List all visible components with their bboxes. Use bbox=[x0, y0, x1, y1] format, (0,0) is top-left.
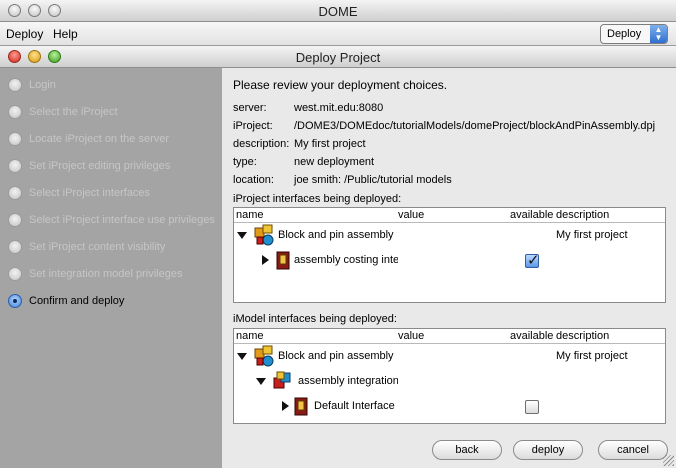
iproject-interfaces-table[interactable]: name value available description Block a… bbox=[233, 207, 666, 303]
table-row[interactable]: Block and pin assembly My first project bbox=[234, 223, 665, 248]
col-available[interactable]: available bbox=[510, 209, 553, 221]
menu-deploy[interactable]: Deploy bbox=[6, 27, 43, 41]
expand-toggle-icon[interactable] bbox=[237, 232, 247, 239]
expand-toggle-icon[interactable] bbox=[237, 353, 247, 360]
checkmark-icon: ✓ bbox=[527, 252, 540, 269]
deploy-mode-select[interactable]: Deploy ▲ ▼ bbox=[600, 24, 668, 44]
expand-toggle-icon[interactable] bbox=[262, 255, 269, 265]
resize-grip-icon[interactable] bbox=[663, 455, 674, 466]
field-location: location: joe smith: /Public/tutorial mod… bbox=[233, 174, 452, 186]
deploy-button[interactable]: deploy bbox=[513, 440, 583, 460]
col-available[interactable]: available bbox=[510, 330, 553, 342]
step-content-visibility: Set iProject content visibility bbox=[8, 238, 165, 256]
main-window-titlebar: DOME bbox=[0, 0, 676, 22]
imodel-table-label: iModel interfaces being deployed: bbox=[233, 313, 397, 325]
table-row[interactable]: assembly integration bbox=[234, 369, 665, 394]
step-locate-iproject: Locate iProject on the server bbox=[8, 130, 169, 148]
main-window-title: DOME bbox=[318, 4, 358, 19]
iproject-table-label: iProject interfaces being deployed: bbox=[233, 193, 402, 205]
step-confirm-and-deploy: Confirm and deploy bbox=[8, 292, 124, 310]
row-name: Block and pin assembly bbox=[278, 350, 394, 362]
expand-toggle-icon[interactable] bbox=[282, 401, 289, 411]
review-panel: Please review your deployment choices. s… bbox=[222, 68, 676, 468]
integration-model-icon bbox=[273, 371, 291, 389]
step-select-iproject: Select the iProject bbox=[8, 103, 118, 121]
col-description[interactable]: description bbox=[556, 330, 609, 342]
table-header: name value available description bbox=[234, 208, 665, 223]
step-editing-privileges: Set iProject editing privileges bbox=[8, 157, 170, 175]
row-name: assembly costing inte bbox=[294, 254, 398, 266]
table-row[interactable]: assembly costing inte ✓ bbox=[234, 248, 665, 273]
table-row[interactable]: Default Interface bbox=[234, 394, 665, 419]
wizard-steps-sidebar: Login Select the iProject Locate iProjec… bbox=[0, 68, 222, 468]
field-description: description: My first project bbox=[233, 138, 366, 150]
col-name[interactable]: name bbox=[236, 209, 264, 221]
project-icon bbox=[254, 345, 274, 367]
step-select-interfaces: Select iProject interfaces bbox=[8, 184, 150, 202]
interface-icon bbox=[276, 251, 290, 270]
step-radio-icon bbox=[8, 132, 22, 146]
field-server: server: west.mit.edu:8080 bbox=[233, 102, 384, 114]
step-radio-icon bbox=[8, 267, 22, 281]
col-name[interactable]: name bbox=[236, 330, 264, 342]
row-description: My first project bbox=[556, 350, 628, 362]
row-name: Default Interface bbox=[314, 400, 395, 412]
row-name: Block and pin assembly bbox=[278, 229, 394, 241]
dialog-titlebar: Deploy Project bbox=[0, 46, 676, 68]
table-header: name value available description bbox=[234, 329, 665, 344]
menu-help[interactable]: Help bbox=[53, 27, 78, 41]
expand-toggle-icon[interactable] bbox=[256, 378, 266, 385]
row-name: assembly integration bbox=[298, 375, 398, 387]
available-checkbox[interactable]: ✓ bbox=[525, 252, 540, 269]
imodel-interfaces-table[interactable]: name value available description Block a… bbox=[233, 328, 666, 424]
menubar: Deploy Help Deploy ▲ ▼ bbox=[0, 22, 676, 46]
step-interface-use-privileges: Select iProject interface use privileges bbox=[8, 211, 215, 229]
interface-icon bbox=[294, 397, 308, 416]
col-description[interactable]: description bbox=[556, 209, 609, 221]
step-radio-icon bbox=[8, 213, 22, 227]
field-iproject: iProject:/DOME3/DOMEdoc/tutorialModels/d… bbox=[233, 120, 656, 132]
step-radio-icon bbox=[8, 78, 22, 92]
step-radio-icon bbox=[8, 186, 22, 200]
review-heading: Please review your deployment choices. bbox=[233, 78, 448, 92]
field-type: type: new deployment bbox=[233, 156, 375, 168]
deploy-mode-value: Deploy bbox=[607, 28, 642, 40]
step-login: Login bbox=[8, 76, 56, 94]
step-radio-icon bbox=[8, 240, 22, 254]
table-row[interactable]: Block and pin assembly My first project bbox=[234, 344, 665, 369]
col-value[interactable]: value bbox=[398, 209, 424, 221]
cancel-button[interactable]: cancel bbox=[598, 440, 668, 460]
step-radio-selected-icon bbox=[8, 294, 22, 308]
select-arrows-icon: ▲ ▼ bbox=[650, 25, 667, 43]
step-integration-model-privileges: Set integration model privileges bbox=[8, 265, 182, 283]
row-description: My first project bbox=[556, 229, 628, 241]
col-value[interactable]: value bbox=[398, 330, 424, 342]
step-radio-icon bbox=[8, 159, 22, 173]
step-radio-icon bbox=[8, 105, 22, 119]
project-icon bbox=[254, 224, 274, 246]
back-button[interactable]: back bbox=[432, 440, 502, 460]
available-checkbox[interactable] bbox=[525, 400, 539, 414]
dialog-title: Deploy Project bbox=[295, 50, 381, 65]
